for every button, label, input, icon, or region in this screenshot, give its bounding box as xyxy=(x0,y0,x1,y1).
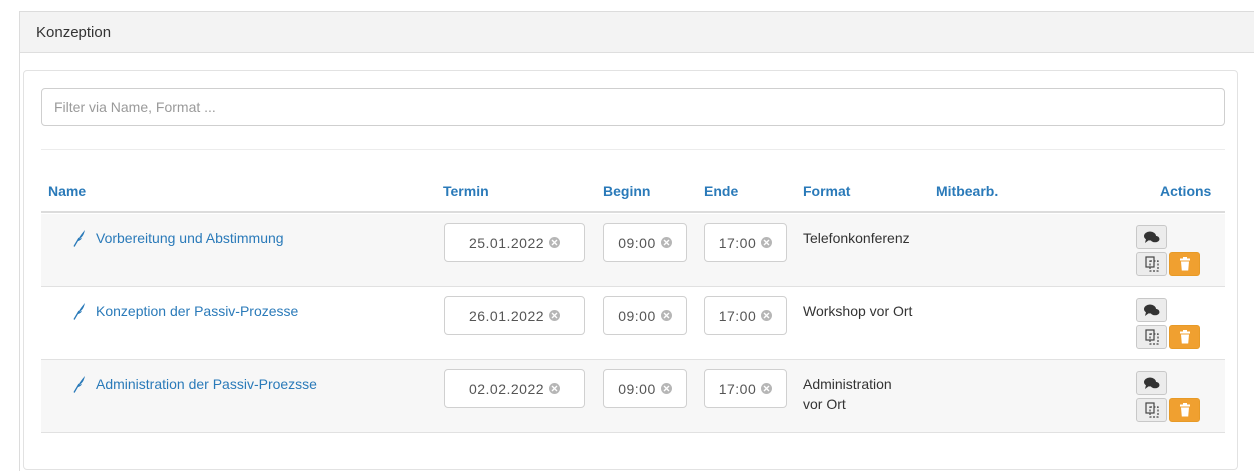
feather-icon xyxy=(73,303,85,320)
comment-button[interactable] xyxy=(1136,225,1167,249)
termin-value: 25.01.2022 xyxy=(468,234,545,251)
clear-circle-icon[interactable] xyxy=(761,237,773,248)
column-header-actions: Actions xyxy=(1160,183,1212,199)
clear-circle-icon[interactable] xyxy=(660,237,672,248)
table-row: Vorbereitung und Abstimmung 25.01.2022 0… xyxy=(41,214,1225,287)
column-header-termin[interactable]: Termin xyxy=(443,183,489,199)
format-text: Workshop vor Ort xyxy=(803,303,913,319)
column-header-ende[interactable]: Ende xyxy=(704,183,738,199)
trash-icon xyxy=(1179,403,1190,417)
table-row: Konzeption der Passiv-Prozesse 26.01.202… xyxy=(41,287,1225,360)
feather-icon xyxy=(73,230,85,247)
termin-value: 02.02.2022 xyxy=(468,380,545,397)
beginn-value: 09:00 xyxy=(618,380,656,397)
konzeption-panel: Konzeption Name Termin Beginn Ende Forma… xyxy=(19,11,1254,471)
beginn-time-field[interactable]: 09:00 xyxy=(603,223,687,262)
column-header-name[interactable]: Name xyxy=(48,183,86,199)
clear-circle-icon[interactable] xyxy=(549,383,561,394)
copy-button[interactable] xyxy=(1136,325,1167,349)
clear-circle-icon[interactable] xyxy=(660,383,672,394)
beginn-value: 09:00 xyxy=(618,307,656,324)
beginn-time-field[interactable]: 09:00 xyxy=(603,296,687,335)
comment-button[interactable] xyxy=(1136,298,1167,322)
clear-circle-icon[interactable] xyxy=(761,310,773,321)
ende-time-field[interactable]: 17:00 xyxy=(704,296,787,335)
comment-button[interactable] xyxy=(1136,371,1167,395)
task-name: Vorbereitung und Abstimmung xyxy=(96,230,284,246)
table-row: Administration der Passiv-Proezsse 02.02… xyxy=(41,360,1225,433)
divider xyxy=(41,149,1225,150)
termin-value: 26.01.2022 xyxy=(468,307,545,324)
comments-icon xyxy=(1143,377,1159,389)
beginn-value: 09:00 xyxy=(618,234,656,251)
ende-value: 17:00 xyxy=(718,307,757,324)
task-name-link[interactable]: Vorbereitung und Abstimmung xyxy=(73,229,284,247)
task-name: Administration der Passiv-Proezsse xyxy=(96,376,317,392)
trash-icon xyxy=(1179,257,1190,271)
column-header-format[interactable]: Format xyxy=(803,183,850,199)
termin-date-field[interactable]: 02.02.2022 xyxy=(444,369,585,408)
task-name: Konzeption der Passiv-Prozesse xyxy=(96,303,299,319)
panel-heading: Konzeption xyxy=(20,12,1254,53)
column-header-mitbearb[interactable]: Mitbearb. xyxy=(936,183,998,199)
filter-input[interactable] xyxy=(41,88,1225,126)
tasks-card: Name Termin Beginn Ende Format Mitbearb.… xyxy=(23,70,1238,470)
copy-button[interactable] xyxy=(1136,252,1167,276)
copy-button[interactable] xyxy=(1136,398,1167,422)
comments-icon xyxy=(1143,231,1159,243)
ende-value: 17:00 xyxy=(718,380,757,397)
ende-value: 17:00 xyxy=(718,234,757,251)
trash-icon xyxy=(1179,330,1190,344)
delete-button[interactable] xyxy=(1169,398,1200,422)
termin-date-field[interactable]: 25.01.2022 xyxy=(444,223,585,262)
delete-button[interactable] xyxy=(1169,252,1200,276)
task-name-link[interactable]: Konzeption der Passiv-Prozesse xyxy=(73,302,298,320)
format-text: Administration vor Ort xyxy=(803,376,892,412)
copy-icon xyxy=(1144,329,1159,345)
copy-icon xyxy=(1144,256,1159,272)
clear-circle-icon[interactable] xyxy=(761,383,773,394)
ende-time-field[interactable]: 17:00 xyxy=(704,369,787,408)
column-header-beginn[interactable]: Beginn xyxy=(603,183,650,199)
delete-button[interactable] xyxy=(1169,325,1200,349)
copy-icon xyxy=(1144,402,1159,418)
clear-circle-icon[interactable] xyxy=(549,310,561,321)
format-text: Telefonkonferenz xyxy=(803,230,910,246)
termin-date-field[interactable]: 26.01.2022 xyxy=(444,296,585,335)
comments-icon xyxy=(1143,304,1159,316)
task-name-link[interactable]: Administration der Passiv-Proezsse xyxy=(73,375,317,393)
table-header: Name Termin Beginn Ende Format Mitbearb.… xyxy=(41,179,1225,213)
clear-circle-icon[interactable] xyxy=(549,237,561,248)
panel-title: Konzeption xyxy=(36,23,112,41)
feather-icon xyxy=(73,376,85,393)
clear-circle-icon[interactable] xyxy=(660,310,672,321)
ende-time-field[interactable]: 17:00 xyxy=(704,223,787,262)
beginn-time-field[interactable]: 09:00 xyxy=(603,369,687,408)
